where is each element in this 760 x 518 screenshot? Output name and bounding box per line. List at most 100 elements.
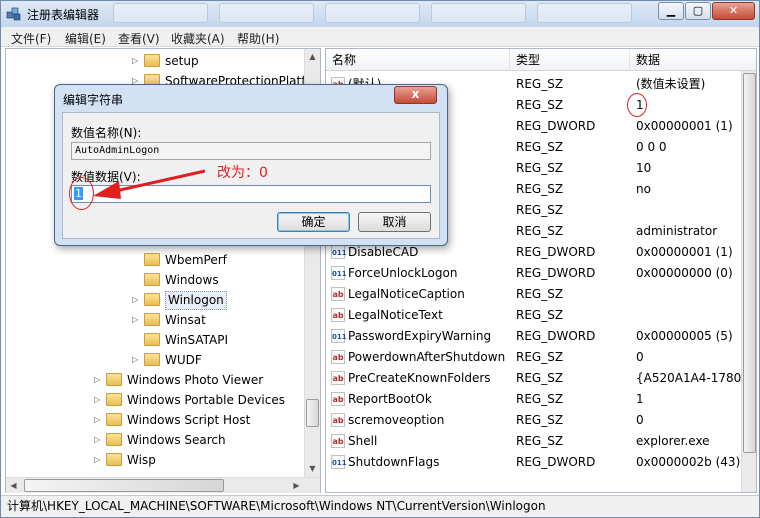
background-taskbar-tab (537, 3, 632, 23)
scrollbar-thumb[interactable] (306, 399, 319, 427)
value-name: PowerdownAfterShutdown (348, 350, 506, 364)
value-data: 1 (636, 392, 644, 406)
value-data: administrator (636, 224, 718, 238)
expand-arrow-icon[interactable]: ▷ (132, 310, 142, 330)
folder-icon (144, 54, 160, 67)
value-name: Shell (348, 434, 378, 448)
scroll-left-arrow-icon[interactable]: ◀ (6, 478, 21, 493)
value-type: REG_SZ (516, 140, 564, 154)
menu-bar: 文件(F) 编辑(E) 查看(V) 收藏夹(A) 帮助(H) (1, 27, 759, 47)
value-type: REG_DWORD (516, 329, 596, 343)
menu-help[interactable]: 帮助(H) (237, 30, 279, 47)
value-data: explorer.exe (636, 434, 710, 448)
window-title: 注册表编辑器 (27, 8, 100, 22)
registry-editor-icon (6, 7, 21, 21)
folder-icon (144, 353, 160, 366)
menu-view[interactable]: 查看(V) (118, 30, 160, 47)
minimize-icon: ▁ (666, 4, 676, 17)
column-header-name[interactable]: 名称 (326, 49, 510, 71)
value-row[interactable]: 011 PasswordExpiryWarning REG_DWORD 0x00000… (326, 326, 756, 347)
close-button[interactable]: ✕ (712, 2, 755, 20)
background-taskbar-tab (431, 3, 526, 23)
cancel-button[interactable]: 取消 (358, 212, 431, 232)
value-name-field: AutoAdminLogon (71, 142, 431, 160)
scroll-down-arrow-icon[interactable]: ▼ (305, 461, 320, 476)
value-row[interactable]: ab PowerdownAfterShutdown REG_SZ 0 (326, 347, 756, 368)
value-type: REG_SZ (516, 308, 564, 322)
ok-button[interactable]: 确定 (277, 212, 350, 232)
status-bar: 计算机\HKEY_LOCAL_MACHINE\SOFTWARE\Microsof… (1, 495, 759, 517)
maximize-button[interactable]: ▢ (685, 2, 711, 20)
value-data: 0x00000001 (1) (636, 119, 733, 133)
value-name: ReportBootOk (348, 392, 432, 406)
value-data: 10 (636, 161, 652, 175)
expand-arrow-icon[interactable]: ▷ (132, 290, 142, 310)
menu-file[interactable]: 文件(F) (11, 30, 51, 47)
value-type: REG_SZ (516, 350, 564, 364)
tree-horizontal-scrollbar[interactable]: ◀ ▶ (6, 477, 320, 493)
value-type: REG_SZ (516, 224, 564, 238)
folder-icon (144, 293, 160, 306)
annotation-circle-input (69, 177, 94, 210)
binary-value-icon: 011 (331, 329, 347, 343)
expand-arrow-icon[interactable]: ▷ (94, 390, 104, 410)
value-data: 0 (636, 413, 644, 427)
menu-favorites[interactable]: 收藏夹(A) (171, 30, 225, 47)
annotation-circle-value (627, 93, 647, 117)
value-type: REG_SZ (516, 434, 564, 448)
background-taskbar-tab (219, 3, 314, 23)
value-name: LegalNoticeText (348, 308, 443, 322)
expand-arrow-icon[interactable]: ▷ (94, 410, 104, 430)
close-icon: ✕ (728, 4, 739, 17)
scroll-up-arrow-icon[interactable]: ▲ (305, 49, 320, 64)
expand-arrow-icon[interactable]: ▷ (132, 350, 142, 370)
value-name: LegalNoticeCaption (348, 287, 465, 301)
scrollbar-thumb[interactable] (24, 479, 224, 492)
folder-icon (144, 333, 160, 346)
expand-arrow-icon[interactable]: ▷ (94, 450, 104, 470)
value-row[interactable]: 011 ForceUnlockLogon REG_DWORD 0x00000000 (… (326, 263, 756, 284)
value-name: PreCreateKnownFolders (348, 371, 491, 385)
value-type: REG_DWORD (516, 119, 596, 133)
column-header-data[interactable]: 数据 (630, 49, 756, 71)
values-vertical-scrollbar[interactable] (741, 71, 756, 492)
menu-edit[interactable]: 编辑(E) (65, 30, 106, 47)
folder-icon (106, 393, 122, 406)
value-row[interactable]: ab scremoveoption REG_SZ 0 (326, 410, 756, 431)
string-value-icon: ab (331, 308, 345, 322)
value-type: REG_DWORD (516, 455, 596, 469)
value-row[interactable]: ab LegalNoticeCaption REG_SZ (326, 284, 756, 305)
expand-arrow-icon[interactable]: ▷ (94, 370, 104, 390)
binary-value-icon: 011 (331, 266, 347, 280)
dialog-close-button[interactable]: x (394, 86, 437, 104)
string-value-icon: ab (331, 392, 345, 406)
column-header-type[interactable]: 类型 (510, 49, 630, 71)
value-row[interactable]: ab ReportBootOk REG_SZ 1 (326, 389, 756, 410)
string-value-icon: ab (331, 350, 345, 364)
scroll-right-arrow-icon[interactable]: ▶ (289, 478, 304, 493)
value-type: REG_SZ (516, 98, 564, 112)
expand-arrow-icon[interactable]: ▷ (132, 51, 142, 71)
folder-icon (144, 313, 160, 326)
value-row[interactable]: ab Shell REG_SZ explorer.exe (326, 431, 756, 452)
value-row[interactable]: ab PreCreateKnownFolders REG_SZ {A520A1A4-1… (326, 368, 756, 389)
value-row[interactable]: 011 ShutdownFlags REG_DWORD 0x0000002b (43) (326, 452, 756, 473)
value-type: REG_SZ (516, 203, 564, 217)
status-path: 计算机\HKEY_LOCAL_MACHINE\SOFTWARE\Microsof… (7, 499, 546, 513)
value-type: REG_DWORD (516, 245, 596, 259)
background-taskbar-tab (325, 3, 420, 23)
value-row[interactable]: ab LegalNoticeText REG_SZ (326, 305, 756, 326)
value-type: REG_SZ (516, 413, 564, 427)
folder-icon (144, 273, 160, 286)
value-data: {A520A1A4-1780-4 (636, 371, 754, 385)
expand-arrow-icon[interactable]: ▷ (94, 430, 104, 450)
value-data: 0 0 0 (636, 140, 667, 154)
value-type: REG_SZ (516, 371, 564, 385)
close-icon: x (411, 87, 420, 101)
scrollbar-thumb[interactable] (743, 73, 756, 453)
value-data: no (636, 182, 651, 196)
minimize-button[interactable]: ▁ (658, 2, 684, 20)
value-type: REG_SZ (516, 182, 564, 196)
title-bar: 注册表编辑器 ▁ ▢ ✕ (1, 1, 759, 27)
value-data-input[interactable]: 1 (71, 185, 431, 203)
